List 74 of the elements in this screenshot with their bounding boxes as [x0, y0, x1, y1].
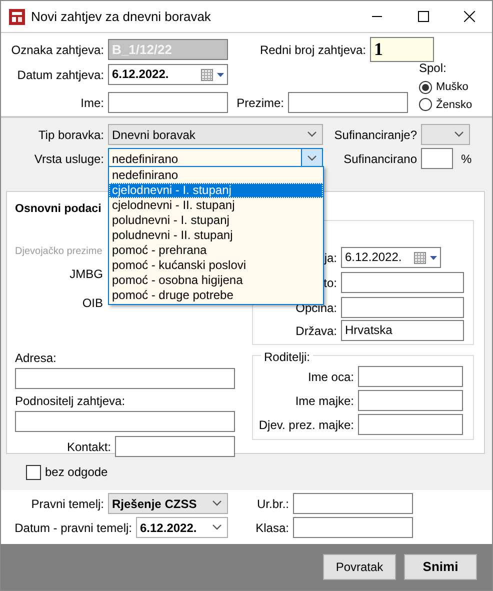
- field-label: JMBG: [68, 266, 103, 284]
- field-label: Tip boravka:: [37, 126, 105, 144]
- radio-button[interactable]: Žensko: [419, 96, 472, 113]
- field-label: Država:: [294, 322, 338, 340]
- date-field[interactable]: 6.12.2022.: [108, 64, 228, 85]
- dialog-button[interactable]: Snimi: [404, 554, 477, 580]
- field-label: Adresa:: [15, 350, 58, 368]
- number-field[interactable]: 1: [370, 37, 434, 62]
- window-title: Novi zahtjev za dnevni boravak: [31, 8, 212, 26]
- dropdown-option[interactable]: pomoć - kućanski poslovi: [109, 258, 323, 273]
- field-label: OIB: [81, 295, 103, 312]
- input-field[interactable]: Hrvatska: [341, 320, 464, 341]
- input-field[interactable]: [115, 436, 235, 458]
- input-field[interactable]: [358, 390, 463, 411]
- dialog-button[interactable]: Povratak: [323, 554, 396, 580]
- field-label: Ime majke:: [294, 392, 355, 410]
- input-field[interactable]: [293, 517, 413, 538]
- dropdown-option[interactable]: poludnevni - II. stupanj: [109, 228, 323, 243]
- chevron-down-icon: [212, 500, 222, 507]
- input-field[interactable]: [108, 92, 228, 113]
- input-field[interactable]: [288, 92, 408, 113]
- close-icon: [464, 11, 474, 22]
- checkbox[interactable]: bez odgode: [26, 463, 108, 481]
- maximize-icon: [418, 11, 428, 22]
- field-label: Vrsta usluge:: [33, 150, 105, 168]
- field-label: Podnositelj zahtjeva:: [15, 393, 126, 410]
- chevron-down-icon: [212, 524, 222, 531]
- calendar-icon: [414, 252, 426, 264]
- input-field[interactable]: [341, 297, 464, 318]
- date-field[interactable]: 6.12.2022.: [341, 247, 441, 268]
- dropdown-option[interactable]: pomoć - osobna higijena: [109, 273, 323, 288]
- dropdown-option[interactable]: pomoć - druge potrebe: [109, 288, 323, 303]
- field-label: Oznaka zahtjeva:: [10, 42, 105, 58]
- field-label: Ur.br.:: [256, 496, 290, 512]
- field-label: Ime:: [80, 94, 105, 112]
- caret-icon: [217, 72, 224, 76]
- field-label: Djevojačko prezime: [15, 245, 102, 260]
- dropdown-field[interactable]: 6.12.2022.: [136, 517, 228, 538]
- field-label: to:: [322, 274, 338, 292]
- field-label: Datum zahtjeva:: [16, 66, 105, 84]
- dropdown-option[interactable]: poludnevni - I. stupanj: [109, 213, 323, 228]
- chevron-down-icon: [454, 131, 464, 138]
- dropdown-option[interactable]: pomoć - prehrana: [109, 243, 323, 258]
- calendar-icon: [201, 68, 213, 80]
- field-label: Kontakt:: [66, 438, 112, 456]
- input-field[interactable]: [421, 148, 453, 169]
- field-label: Djev. prez. majke:: [258, 416, 355, 434]
- input-field[interactable]: [358, 366, 463, 387]
- field-label: Sufinanciranje?: [333, 126, 418, 144]
- field-label: ja:: [323, 250, 338, 266]
- dropdown-option[interactable]: cjelodnevni - II. stupanj: [109, 198, 323, 213]
- minimize-icon: [372, 16, 382, 17]
- field-label: Sufinancirano: [342, 150, 418, 168]
- dropdown-option[interactable]: cjelodnevni - I. stupanj: [109, 183, 323, 198]
- input-field[interactable]: [358, 414, 463, 435]
- radio-button[interactable]: Muško: [419, 79, 472, 96]
- unit-label: %: [461, 150, 472, 168]
- input-field[interactable]: [293, 493, 413, 514]
- input-field[interactable]: [341, 272, 464, 293]
- field-label: Spol:: [419, 60, 448, 77]
- chevron-down-icon: [306, 131, 316, 138]
- field-label: Prezime:: [236, 94, 285, 112]
- field-label: Ime oca:: [306, 368, 355, 386]
- caret-icon: [430, 256, 437, 260]
- chevron-down-icon: [307, 155, 317, 162]
- dropdown-option[interactable]: nedefinirano: [109, 168, 323, 183]
- app-icon: [9, 8, 25, 24]
- field-label: Pravni temelj:: [30, 496, 105, 512]
- input-field[interactable]: [15, 368, 235, 390]
- section-title: Osnovni podaci: [15, 202, 102, 217]
- field-label: Klasa:: [254, 520, 290, 536]
- field-label: Redni broj zahtjeva:: [258, 42, 367, 58]
- field-label: Datum - pravni temelj:: [14, 520, 133, 536]
- input-field[interactable]: [15, 411, 235, 432]
